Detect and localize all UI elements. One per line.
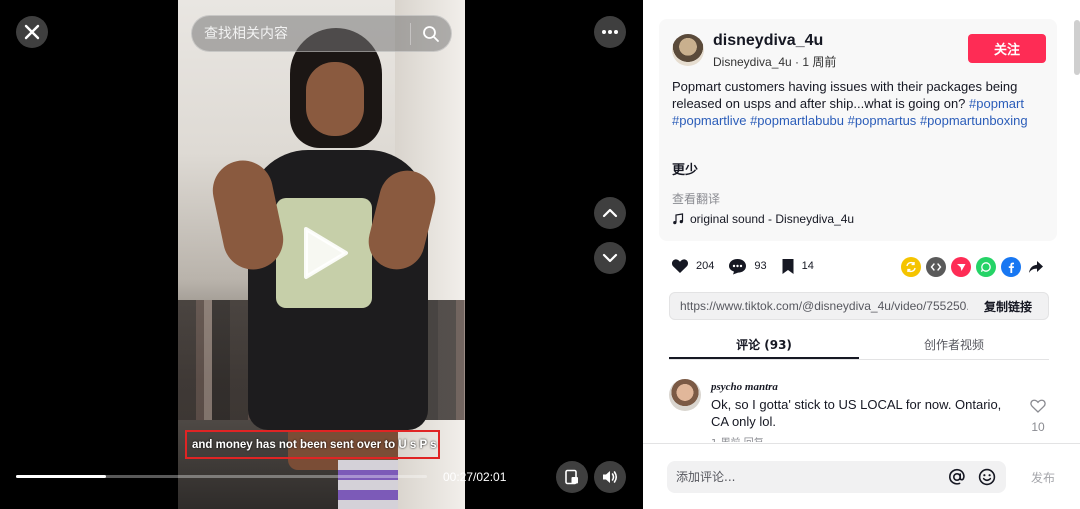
post-info-card: disneydiva_4u Disneydiva_4u · 1 周前 关注 Po… bbox=[659, 19, 1057, 241]
tab-bar: 评论 (93) 创作者视频 bbox=[669, 330, 1049, 360]
video-url[interactable]: https://www.tiktok.com/@disneydiva_4u/vi… bbox=[670, 299, 968, 313]
play-icon bbox=[304, 227, 348, 279]
hashtag-link[interactable]: #popmartunboxing bbox=[920, 113, 1028, 128]
show-less-button[interactable]: 更少 bbox=[672, 159, 698, 178]
emoji-icon bbox=[978, 468, 996, 486]
pip-icon bbox=[565, 469, 578, 485]
author-name[interactable]: disneydiva_4u bbox=[713, 32, 823, 50]
hashtag-link[interactable]: #popmartlive bbox=[672, 113, 746, 128]
more-options-button[interactable] bbox=[594, 16, 626, 48]
scrollbar[interactable] bbox=[1074, 20, 1080, 75]
volume-icon bbox=[603, 471, 618, 483]
share-options bbox=[901, 257, 1046, 277]
details-panel: disneydiva_4u Disneydiva_4u · 1 周前 关注 Po… bbox=[643, 0, 1080, 509]
comment-text: Ok, so I gotta' stick to US LOCAL for no… bbox=[711, 397, 1002, 429]
comment-button[interactable]: 93 bbox=[728, 258, 767, 275]
video-progress-fill bbox=[16, 475, 107, 478]
caption-text: and money has not been sent over to U s … bbox=[192, 438, 437, 451]
play-button[interactable] bbox=[300, 225, 350, 281]
search-icon bbox=[423, 25, 439, 42]
hashtag-link[interactable]: #popmart bbox=[969, 96, 1024, 111]
comment-meta: 1 周前 回复 bbox=[711, 434, 764, 442]
comment-item: psycho mantra Ok, so I gotta' stick to U… bbox=[669, 379, 1059, 442]
copy-link-button[interactable]: 复制链接 bbox=[968, 298, 1048, 315]
embed-button[interactable] bbox=[926, 257, 946, 277]
share-arrow-icon bbox=[1029, 261, 1043, 273]
author-meta: Disneydiva_4u · 1 周前 bbox=[713, 55, 837, 69]
see-translation-button[interactable]: 查看翻译 bbox=[672, 190, 720, 207]
like-count: 204 bbox=[696, 260, 715, 272]
music-note-icon bbox=[673, 213, 684, 225]
embed-icon bbox=[930, 263, 942, 271]
video-person-sock bbox=[338, 460, 398, 509]
sound-link[interactable]: original sound - Disneydiva_4u bbox=[672, 212, 854, 226]
video-link-box: https://www.tiktok.com/@disneydiva_4u/vi… bbox=[669, 292, 1049, 320]
save-count: 14 bbox=[801, 260, 814, 272]
post-comment-button[interactable]: 发布 bbox=[1031, 469, 1055, 486]
follow-button[interactable]: 关注 bbox=[968, 34, 1046, 63]
hashtag-link[interactable]: #popmartlabubu bbox=[750, 113, 844, 128]
commenter-avatar[interactable] bbox=[669, 379, 701, 411]
heart-icon bbox=[671, 259, 689, 273]
repost-button[interactable] bbox=[901, 257, 921, 277]
video-search-box[interactable] bbox=[191, 15, 452, 52]
sound-name: original sound - Disneydiva_4u bbox=[690, 212, 855, 226]
description-text: Popmart customers having issues with the… bbox=[672, 79, 1018, 111]
mention-button[interactable] bbox=[946, 466, 968, 488]
facebook-button[interactable] bbox=[1001, 257, 1021, 277]
previous-video-button[interactable] bbox=[594, 197, 626, 229]
video-person-face bbox=[306, 62, 364, 136]
save-button[interactable]: 14 bbox=[781, 258, 814, 275]
video-time: 00:27/02:01 bbox=[443, 470, 507, 484]
comment-icon bbox=[729, 258, 747, 274]
whatsapp-icon bbox=[980, 262, 991, 273]
comment-input-box[interactable] bbox=[667, 461, 1006, 493]
comment-like-button[interactable]: 10 bbox=[1030, 399, 1046, 434]
facebook-icon bbox=[1008, 262, 1014, 273]
more-share-button[interactable] bbox=[1026, 257, 1046, 277]
next-video-button[interactable] bbox=[594, 242, 626, 274]
more-dots-icon bbox=[602, 30, 618, 34]
heart-outline-icon bbox=[1030, 399, 1046, 413]
hashtag-link[interactable]: #popmartus bbox=[848, 113, 917, 128]
tab-comments[interactable]: 评论 (93) bbox=[669, 330, 859, 359]
comment-input[interactable] bbox=[667, 461, 946, 493]
emoji-button[interactable] bbox=[976, 466, 998, 488]
volume-button[interactable] bbox=[594, 461, 626, 493]
comment-composer: 发布 bbox=[643, 443, 1080, 509]
engagement-bar: 204 93 14 bbox=[671, 255, 828, 277]
author-avatar[interactable] bbox=[672, 34, 704, 66]
close-icon bbox=[24, 24, 40, 40]
video-search-input[interactable] bbox=[192, 16, 410, 51]
repost-icon bbox=[906, 261, 916, 273]
commenter-name[interactable]: psycho mantra bbox=[711, 381, 778, 393]
chevron-down-icon bbox=[602, 253, 618, 263]
video-progress-bar[interactable] bbox=[16, 475, 427, 478]
whatsapp-button[interactable] bbox=[976, 257, 996, 277]
chevron-up-icon bbox=[602, 208, 618, 218]
send-icon bbox=[957, 264, 966, 271]
video-player[interactable]: and money has not been sent over to U s … bbox=[0, 0, 643, 509]
like-button[interactable]: 204 bbox=[671, 258, 714, 274]
send-to-friends-button[interactable] bbox=[951, 257, 971, 277]
search-button[interactable] bbox=[411, 25, 451, 43]
bookmark-icon bbox=[782, 258, 794, 274]
picture-in-picture-button[interactable] bbox=[556, 461, 588, 493]
comment-like-count: 10 bbox=[1031, 420, 1045, 434]
comment-count: 93 bbox=[754, 260, 767, 272]
tab-creator-videos[interactable]: 创作者视频 bbox=[859, 330, 1049, 359]
tiktok-video-page: and money has not been sent over to U s … bbox=[0, 0, 1080, 509]
close-button[interactable] bbox=[16, 16, 48, 48]
at-sign-icon bbox=[948, 468, 965, 485]
video-caption: and money has not been sent over to U s … bbox=[185, 430, 440, 459]
post-description: Popmart customers having issues with the… bbox=[672, 78, 1047, 129]
